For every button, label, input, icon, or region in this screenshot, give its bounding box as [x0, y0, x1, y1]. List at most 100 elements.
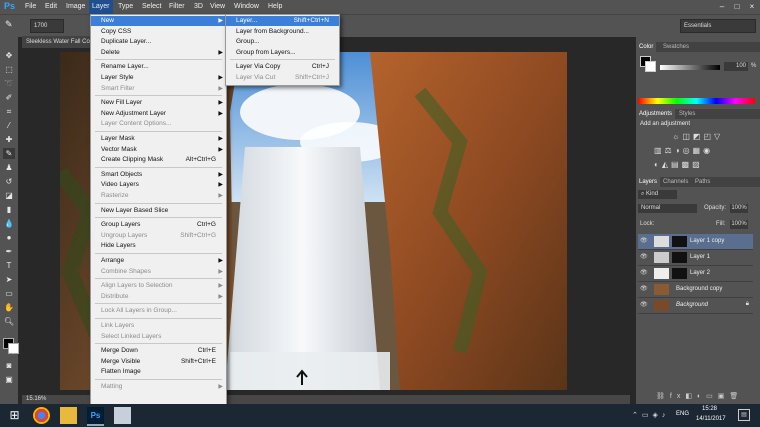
layer-menu-item-rename-layer[interactable]: Rename Layer...: [91, 62, 226, 72]
tab-paths[interactable]: Paths: [692, 177, 713, 187]
visibility-eye-icon[interactable]: 👁︎: [640, 237, 648, 244]
maximize-button[interactable]: □: [730, 1, 744, 12]
layer-menu-item-copy-css[interactable]: Copy CSS: [91, 27, 226, 37]
background-color-swatch[interactable]: [8, 343, 19, 354]
adjustment-icons-row-3[interactable]: ◐◭▤▩▨: [654, 160, 703, 169]
tab-channels[interactable]: Channels: [660, 177, 691, 187]
tab-layers[interactable]: Layers: [636, 177, 661, 187]
layer-menu-item-delete[interactable]: Delete ▶: [91, 48, 226, 58]
layer-menu-item-create-clipping-mask[interactable]: Create Clipping Mask Alt+Ctrl+G: [91, 155, 226, 165]
layer-menu-item-arrange[interactable]: Arrange ▶: [91, 256, 226, 266]
new-submenu-item-group[interactable]: Group...: [226, 37, 339, 47]
healing-tool-icon[interactable]: ✚: [3, 134, 15, 145]
photoshop-taskbar-icon[interactable]: Ps: [87, 407, 104, 426]
layers-footer-icons[interactable]: ⛓fx◧◐▭▣🗑︎: [656, 392, 743, 400]
move-tool-icon[interactable]: ✥: [3, 50, 15, 61]
crop-tool-icon[interactable]: ⌗: [3, 106, 15, 117]
opacity-field[interactable]: 100%: [730, 204, 748, 213]
clock-date[interactable]: 14/11/2017: [696, 416, 726, 422]
layer-menu-item-layer-style[interactable]: Layer Style ▶: [91, 73, 226, 83]
minimize-button[interactable]: –: [715, 1, 729, 12]
menu-view[interactable]: View: [207, 0, 228, 14]
gradient-tool-icon[interactable]: ▮: [3, 204, 15, 215]
layer-menu-item-new-adjustment-layer[interactable]: New Adjustment Layer ▶: [91, 109, 226, 119]
layer-menu-item-video-layers[interactable]: Video Layers ▶: [91, 180, 226, 190]
layer-row[interactable]: 👁︎ Layer 2: [638, 266, 753, 282]
language-indicator[interactable]: ENG: [676, 411, 689, 417]
app-taskbar-icon[interactable]: [114, 407, 131, 424]
layer-menu-item-layer-mask[interactable]: Layer Mask ▶: [91, 134, 226, 144]
visibility-eye-icon[interactable]: 👁︎: [640, 301, 648, 308]
zoom-tool-icon[interactable]: 🔍︎: [3, 316, 15, 327]
close-button[interactable]: ×: [745, 1, 759, 12]
layer-row[interactable]: 👁︎ Background 🔒︎: [638, 298, 753, 314]
new-submenu-item-layer-via-copy[interactable]: Layer Via Copy Ctrl+J: [226, 62, 339, 72]
visibility-eye-icon[interactable]: 👁︎: [640, 253, 648, 260]
layer-menu-item-flatten-image[interactable]: Flatten Image: [91, 367, 226, 377]
layer-menu-item-new-fill-layer[interactable]: New Fill Layer ▶: [91, 98, 226, 108]
layer-menu-item-merge-visible[interactable]: Merge Visible Shift+Ctrl+E: [91, 357, 226, 367]
layer-mask-thumbnail[interactable]: [672, 268, 687, 279]
file-explorer-icon[interactable]: [60, 407, 77, 424]
layer-mask-thumbnail[interactable]: [672, 252, 687, 263]
layer-menu-item-hide-layers[interactable]: Hide Layers: [91, 241, 226, 251]
menu-filter[interactable]: Filter: [166, 0, 188, 14]
layer-kind-filter[interactable]: ⌕ Kind: [638, 190, 677, 199]
dodge-tool-icon[interactable]: ●: [3, 232, 15, 243]
quick-select-tool-icon[interactable]: ✐: [3, 92, 15, 103]
eraser-tool-icon[interactable]: ◪: [3, 190, 15, 201]
layer-row[interactable]: 👁︎ Layer 1: [638, 250, 753, 266]
adjustment-icons-row-2[interactable]: ▥⚖◑◎▦◉: [654, 146, 713, 155]
layer-menu-item-merge-down[interactable]: Merge Down Ctrl+E: [91, 346, 226, 356]
color-bg-swatch[interactable]: [645, 61, 656, 72]
layer-row[interactable]: 👁︎ Layer 1 copy: [638, 234, 753, 250]
brush-tool-icon[interactable]: ✎: [3, 148, 15, 159]
history-brush-icon[interactable]: ↺: [3, 176, 15, 187]
eyedropper-tool-icon[interactable]: ⁄: [3, 120, 15, 131]
layer-menu-item-new[interactable]: New ▶: [91, 16, 226, 26]
fill-field[interactable]: 100%: [730, 220, 748, 229]
layer-menu-item-group-layers[interactable]: Group Layers Ctrl+G: [91, 220, 226, 230]
clock-time[interactable]: 15:28: [702, 406, 717, 412]
layer-menu-item-vector-mask[interactable]: Vector Mask ▶: [91, 145, 226, 155]
menu-layer[interactable]: Layer: [89, 0, 113, 14]
menu-select[interactable]: Select: [139, 0, 164, 14]
blend-mode-select[interactable]: Normal: [638, 204, 697, 213]
menu-window[interactable]: Window: [231, 0, 262, 14]
menu-file[interactable]: File: [22, 0, 39, 14]
k-slider[interactable]: [660, 65, 720, 70]
menu-help[interactable]: Help: [265, 0, 285, 14]
zoom-level[interactable]: 15.16%: [26, 395, 46, 404]
chrome-icon[interactable]: [33, 407, 50, 424]
visibility-eye-icon[interactable]: 👁︎: [640, 269, 648, 276]
menu-type[interactable]: Type: [115, 0, 136, 14]
tab-styles[interactable]: Styles: [676, 109, 698, 119]
tab-adjustments[interactable]: Adjustments: [636, 109, 676, 119]
screen-mode-icon[interactable]: ▣: [3, 374, 15, 385]
notification-icon[interactable]: ▤: [738, 409, 750, 421]
new-submenu-item-layer[interactable]: Layer... Shift+Ctrl+N: [226, 16, 339, 26]
tab-swatches[interactable]: Swatches: [660, 42, 692, 52]
layer-mask-thumbnail[interactable]: [672, 236, 687, 247]
path-select-tool-icon[interactable]: ➤: [3, 274, 15, 285]
layer-row[interactable]: 👁︎ Background copy: [638, 282, 753, 298]
marquee-tool-icon[interactable]: ⬚: [3, 64, 15, 75]
layer-menu-item-smart-objects[interactable]: Smart Objects ▶: [91, 170, 226, 180]
hand-tool-icon[interactable]: ✋: [3, 302, 15, 313]
brush-size-field[interactable]: 1700: [30, 19, 64, 33]
visibility-eye-icon[interactable]: 👁︎: [640, 285, 648, 292]
shape-tool-icon[interactable]: ▭: [3, 288, 15, 299]
layer-menu-item-new-layer-based-slice[interactable]: New Layer Based Slice: [91, 206, 226, 216]
pen-tool-icon[interactable]: ✒: [3, 246, 15, 257]
blur-tool-icon[interactable]: 💧: [3, 218, 15, 229]
windows-start-icon[interactable]: ⊞: [6, 407, 23, 424]
menu-edit[interactable]: Edit: [42, 0, 60, 14]
workspace-switcher[interactable]: Essentials: [680, 19, 756, 33]
color-spectrum[interactable]: [638, 98, 755, 104]
new-submenu-item-group-from-layers[interactable]: Group from Layers...: [226, 48, 339, 58]
menu-image[interactable]: Image: [63, 0, 88, 14]
adjustment-icons-row-1[interactable]: ☼◫◩◰▽: [672, 132, 723, 141]
new-submenu-item-layer-from-background[interactable]: Layer from Background...: [226, 27, 339, 37]
stamp-tool-icon[interactable]: ♟: [3, 162, 15, 173]
quick-mask-icon[interactable]: ◙: [3, 360, 15, 371]
